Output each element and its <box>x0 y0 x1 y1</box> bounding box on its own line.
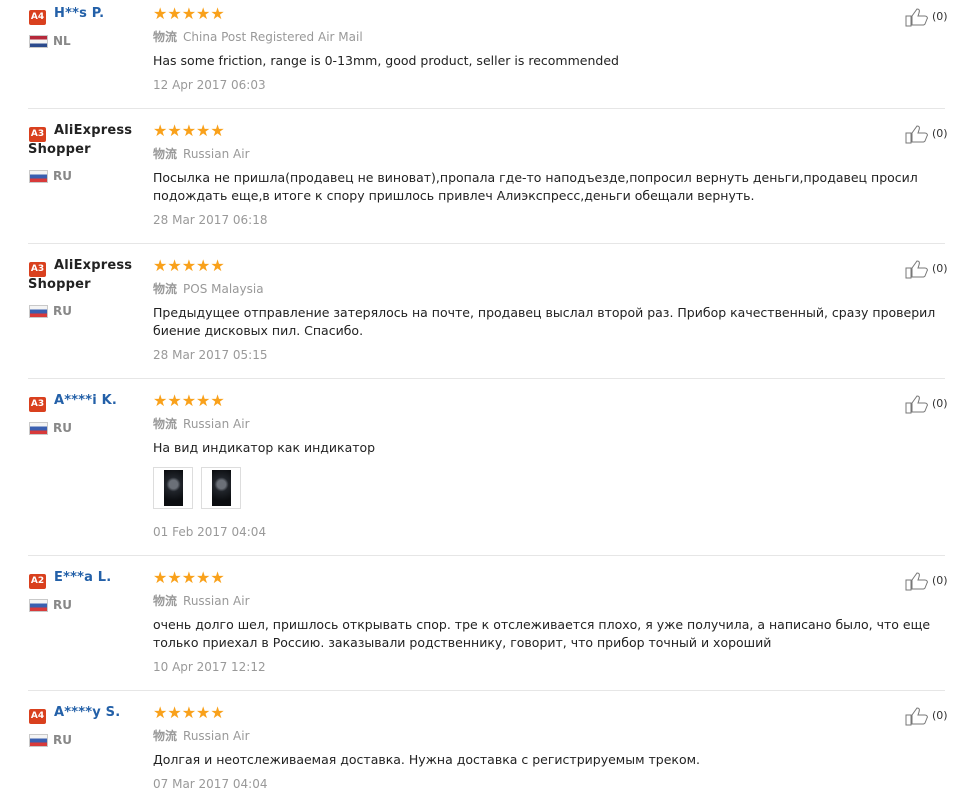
review-text: На вид индикатор как индикатор <box>153 440 376 455</box>
reviewer-name[interactable]: E***a L. <box>54 570 111 585</box>
russia-flag-icon <box>29 599 48 612</box>
helpful-count: (0) <box>932 397 948 410</box>
helpful-count: (0) <box>932 262 948 275</box>
divider <box>28 243 945 244</box>
helpful-button[interactable]: (0) <box>905 394 948 414</box>
russia-flag-icon <box>29 170 48 183</box>
star-rating: ★★★★★ <box>153 703 225 722</box>
review-date: 12 Apr 2017 06:03 <box>153 78 266 92</box>
reviewer-name[interactable]: H**s P. <box>54 6 104 21</box>
buyer-level-badge: A3 <box>29 127 46 142</box>
divider <box>28 108 945 109</box>
helpful-count: (0) <box>932 709 948 722</box>
logistics-info: 物流 POS Malaysia <box>153 282 264 296</box>
reviewer-name[interactable]: A****y S. <box>54 705 120 720</box>
divider <box>28 690 945 691</box>
reviewer-name[interactable]: A****i K. <box>54 393 117 408</box>
review-date: 07 Mar 2017 04:04 <box>153 777 268 791</box>
star-rating: ★★★★★ <box>153 568 225 587</box>
star-rating: ★★★★★ <box>153 256 225 275</box>
buyer-level-badge: A3 <box>29 397 46 412</box>
review-text: Посылка не пришла(продавец не виноват),п… <box>153 170 918 203</box>
logistics-info: 物流 Russian Air <box>153 417 250 431</box>
review-date: 28 Mar 2017 05:15 <box>153 348 268 362</box>
review-text: Долгая и неотслеживаемая доставка. Нужна… <box>153 752 701 767</box>
helpful-count: (0) <box>932 10 948 23</box>
helpful-button[interactable]: (0) <box>905 259 948 279</box>
helpful-button[interactable]: (0) <box>905 124 948 144</box>
thumbs-up-icon <box>905 125 928 144</box>
star-rating: ★★★★★ <box>153 4 225 23</box>
buyer-level-badge: A4 <box>29 10 46 25</box>
review-date: 01 Feb 2017 04:04 <box>153 525 267 539</box>
logistics-info: 物流 Russian Air <box>153 594 250 608</box>
logistics-info: 物流 Russian Air <box>153 147 250 161</box>
russia-flag-icon <box>29 422 48 435</box>
divider <box>28 555 945 556</box>
star-rating: ★★★★★ <box>153 121 225 140</box>
thumbs-up-icon <box>905 8 928 27</box>
thumbs-up-icon <box>905 260 928 279</box>
reviewer-name: AliExpress Shopper <box>28 258 133 292</box>
review-text: очень долго шел, пришлось открывать спор… <box>153 617 931 650</box>
helpful-button[interactable]: (0) <box>905 706 948 726</box>
reviewer-name: AliExpress Shopper <box>28 123 133 157</box>
helpful-button[interactable]: (0) <box>905 571 948 591</box>
review-text: Has some friction, range is 0-13mm, good… <box>153 53 619 68</box>
thumbs-up-icon <box>905 572 928 591</box>
thumbs-up-icon <box>905 707 928 726</box>
star-rating: ★★★★★ <box>153 391 225 410</box>
divider <box>28 378 945 379</box>
review-date: 10 Apr 2017 12:12 <box>153 660 266 674</box>
buyer-level-badge: A4 <box>29 709 46 724</box>
thumbs-up-icon <box>905 395 928 414</box>
review-photo-thumbnail[interactable] <box>153 467 193 509</box>
logistics-info: 物流 Russian Air <box>153 729 250 743</box>
review-date: 28 Mar 2017 06:18 <box>153 213 268 227</box>
review-text: Предыдущее отправление затерялось на поч… <box>153 305 936 338</box>
russia-flag-icon <box>29 734 48 747</box>
netherlands-flag-icon <box>29 35 48 48</box>
helpful-count: (0) <box>932 574 948 587</box>
buyer-level-badge: A3 <box>29 262 46 277</box>
russia-flag-icon <box>29 305 48 318</box>
logistics-info: 物流 China Post Registered Air Mail <box>153 30 363 44</box>
helpful-count: (0) <box>932 127 948 140</box>
buyer-level-badge: A2 <box>29 574 46 589</box>
helpful-button[interactable]: (0) <box>905 7 948 27</box>
review-photo-thumbnail[interactable] <box>201 467 241 509</box>
